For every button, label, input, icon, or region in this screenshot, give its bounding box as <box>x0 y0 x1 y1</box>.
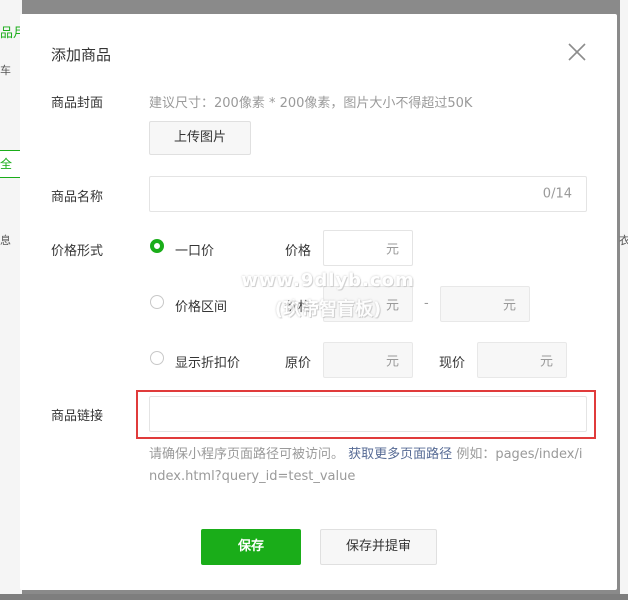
link-input-highlight-box <box>136 390 596 439</box>
current-price-input[interactable]: 元 <box>477 342 567 378</box>
original-price-caption: 原价 <box>285 356 312 371</box>
range-min-input[interactable]: 元 <box>323 286 413 322</box>
background-text-fragment: 车 <box>0 64 11 77</box>
cover-label: 商品封面 <box>51 96 104 111</box>
background-page-left <box>0 0 22 600</box>
range-min-unit: 元 <box>385 298 399 314</box>
fixed-price-input[interactable]: 元 <box>323 230 413 266</box>
link-hint: 请确保小程序页面路径可被访问。 获取更多页面路径 例如：pages/index/… <box>149 444 589 488</box>
current-price-caption: 现价 <box>439 356 466 371</box>
name-char-counter: 0/14 <box>542 186 572 202</box>
upload-image-button[interactable]: 上传图片 <box>149 121 251 155</box>
radio-discount-price-label: 显示折扣价 <box>175 356 241 371</box>
range-dash: - <box>424 296 429 311</box>
range-max-input[interactable]: 元 <box>440 286 530 322</box>
background-row-fragment: 息 <box>0 234 11 247</box>
link-hint-text: 请确保小程序页面路径可被访问。 <box>149 447 345 462</box>
radio-fixed-price-label: 一口价 <box>175 244 215 259</box>
background-right-fragment: 衣 <box>619 234 628 247</box>
current-price-unit: 元 <box>539 354 553 370</box>
background-page-right <box>620 0 628 600</box>
fixed-price-unit: 元 <box>385 242 399 258</box>
background-tab-all: 全部 <box>0 150 21 178</box>
product-name-input[interactable]: 0/14 <box>149 176 587 212</box>
cover-size-hint: 建议尺寸：200像素 * 200像素，图片大小不得超过50K <box>149 96 473 111</box>
radio-discount-price[interactable] <box>150 351 164 365</box>
save-button[interactable]: 保存 <box>201 529 301 565</box>
range-price-caption: 价格 <box>285 300 312 315</box>
background-footer <box>0 594 628 600</box>
range-max-unit: 元 <box>502 298 516 314</box>
add-product-dialog: 添加商品 商品封面 建议尺寸：200像素 * 200像素，图片大小不得超过50K… <box>20 14 617 590</box>
radio-price-range-label: 价格区间 <box>175 300 228 315</box>
name-label: 商品名称 <box>51 190 104 205</box>
radio-fixed-price[interactable] <box>150 239 164 253</box>
price-type-label: 价格形式 <box>51 244 104 259</box>
original-price-unit: 元 <box>385 354 399 370</box>
fixed-price-caption: 价格 <box>285 244 312 259</box>
close-icon[interactable] <box>566 41 588 63</box>
dialog-title: 添加商品 <box>51 46 112 64</box>
radio-price-range[interactable] <box>150 295 164 309</box>
original-price-input[interactable]: 元 <box>323 342 413 378</box>
link-label: 商品链接 <box>51 409 104 424</box>
save-and-submit-button[interactable]: 保存并提审 <box>320 529 437 565</box>
more-paths-link[interactable]: 获取更多页面路径 <box>348 447 452 462</box>
